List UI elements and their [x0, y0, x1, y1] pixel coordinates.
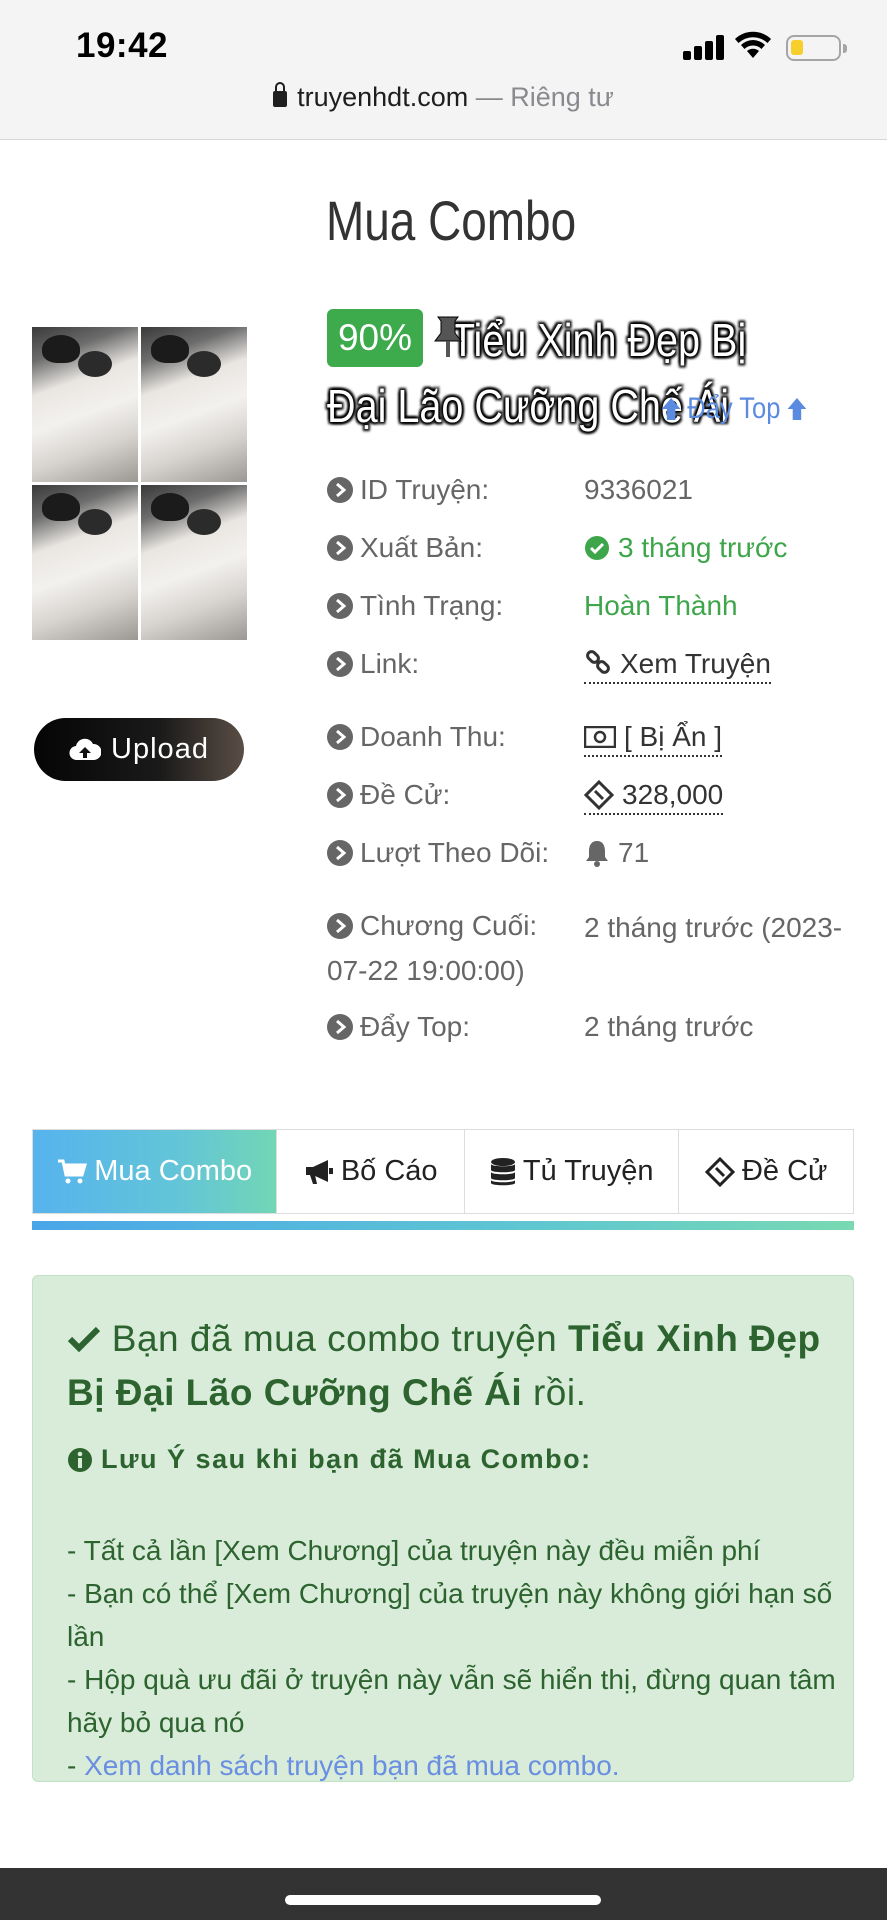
chevron-right-icon — [327, 535, 353, 561]
revenue-link[interactable]: [ Bị Ẩn ] — [584, 721, 723, 757]
status-time: 19:42 — [76, 26, 169, 65]
id-value: 9336021 — [584, 474, 694, 505]
url-domain: truyenhdt.com — [297, 82, 469, 112]
ticket-icon — [584, 780, 614, 810]
note-title-text: Lưu Ý sau khi bạn đã Mua Combo: — [101, 1444, 592, 1474]
money-bill-icon — [584, 726, 616, 748]
bell-icon — [586, 841, 608, 867]
last-chapter-text: 2 tháng trước (2023-07-22 19:00:00) — [327, 912, 843, 986]
note-line-prefix: - — [67, 1750, 85, 1781]
status-value: Hoàn Thành — [584, 590, 738, 621]
info-circle-icon — [68, 1447, 92, 1472]
home-indicator[interactable] — [285, 1895, 601, 1905]
cart-icon — [58, 1159, 88, 1183]
chevron-right-icon — [327, 782, 353, 808]
tab-label: Mua Combo — [94, 1155, 253, 1187]
page-title: Mua Combo — [326, 189, 577, 252]
tab-de-cu[interactable]: Đề Cử — [679, 1130, 853, 1213]
lock-icon — [273, 82, 288, 107]
follow-label: Lượt Theo Dõi: — [360, 837, 550, 868]
upload-button[interactable]: Upload — [34, 718, 244, 781]
upload-label: Upload — [111, 733, 209, 765]
bottom-bar — [0, 1868, 887, 1920]
ticket-icon — [704, 1156, 735, 1187]
publish-value: 3 tháng trước — [618, 532, 788, 563]
check-icon — [67, 1326, 101, 1353]
cloud-upload-icon — [69, 738, 102, 760]
url-privacy: Riêng tư — [510, 82, 614, 112]
revenue-label: Doanh Thu: — [360, 721, 506, 752]
tab-underline — [32, 1221, 854, 1230]
tab-tu-truyen[interactable]: Tủ Truyện — [465, 1130, 680, 1213]
battery-icon — [786, 35, 847, 61]
push-top-label: Đẩy Top — [687, 392, 781, 425]
link-value: Xem Truyện — [620, 648, 771, 679]
revenue-value: [ Bị Ẩn ] — [624, 721, 723, 752]
link-icon — [586, 650, 610, 674]
note-line: - Xem danh sách truyện bạn đã mua combo. — [67, 1744, 837, 1787]
success-alert: Bạn đã mua combo truyện Tiểu Xinh Đẹp Bị… — [32, 1275, 854, 1782]
chevron-right-icon — [327, 1014, 353, 1040]
completion-badge: 90% — [327, 309, 423, 367]
arrow-up-icon — [661, 398, 681, 420]
database-icon — [490, 1157, 515, 1185]
publish-label: Xuất Bản: — [360, 532, 483, 563]
nominate-link[interactable]: 328,000 — [584, 779, 724, 815]
note-line: - Bạn có thể [Xem Chương] của truyện này… — [67, 1578, 833, 1652]
tab-label: Tủ Truyện — [522, 1155, 654, 1187]
tab-bo-cao[interactable]: Bố Cáo — [277, 1130, 465, 1213]
read-story-link[interactable]: Xem Truyện — [584, 648, 771, 684]
chevron-right-icon — [327, 593, 353, 619]
chevron-right-icon — [327, 724, 353, 750]
push-top-value: 2 tháng trước — [584, 1011, 754, 1042]
success-heading: Bạn đã mua combo truyện Tiểu Xinh Đẹp Bị… — [67, 1312, 827, 1420]
tab-label: Đề Cử — [741, 1155, 828, 1187]
note-title: Lưu Ý sau khi bạn đã Mua Combo: — [67, 1444, 592, 1475]
chevron-right-icon — [327, 477, 353, 503]
url-separator: — — [468, 82, 511, 112]
browser-top-bar: 19:42 truyenhdt.com — Riêng tư — [0, 0, 887, 140]
arrow-up-icon — [787, 398, 806, 420]
push-top-row-label: Đẩy Top: — [360, 1011, 470, 1042]
chevron-right-icon — [327, 840, 353, 866]
tab-mua-combo[interactable]: Mua Combo — [33, 1130, 278, 1213]
follow-value: 71 — [618, 837, 650, 868]
note-line: - Hộp quà ưu đãi ở truyện này vẫn sẽ hiể… — [67, 1664, 836, 1738]
id-label: ID Truyện: — [360, 474, 490, 505]
link-label: Link: — [360, 648, 420, 679]
status-label: Tình Trạng: — [360, 590, 504, 621]
wifi-icon — [735, 31, 771, 58]
story-cover-image[interactable] — [32, 327, 247, 640]
address-bar[interactable]: truyenhdt.com — Riêng tư — [0, 82, 887, 113]
success-suffix: rồi. — [532, 1372, 587, 1413]
pin-icon — [434, 316, 462, 357]
nominate-label: Đề Cử: — [360, 779, 451, 810]
bullhorn-icon — [305, 1159, 333, 1184]
note-line: - Tất cả lần [Xem Chương] của truyện này… — [67, 1535, 761, 1566]
check-circle-icon — [585, 536, 609, 560]
last-chapter-value: 2 tháng trước (2023-07-22 19:00:00) — [327, 906, 859, 992]
chevron-right-icon — [327, 651, 353, 677]
tab-label: Bố Cáo — [340, 1155, 438, 1187]
note-list: - Tất cả lần [Xem Chương] của truyện này… — [67, 1529, 837, 1787]
push-top-link[interactable]: Đẩy Top — [655, 392, 813, 426]
success-prefix: Bạn đã mua combo truyện — [111, 1318, 558, 1359]
nominate-value: 328,000 — [622, 779, 724, 810]
tab-bar: Mua Combo Bố Cáo Tủ Truyện Đề Cử — [32, 1129, 854, 1214]
cellular-signal-icon — [683, 34, 725, 60]
purchased-combo-list-link[interactable]: Xem danh sách truyện bạn đã mua combo. — [84, 1750, 619, 1781]
